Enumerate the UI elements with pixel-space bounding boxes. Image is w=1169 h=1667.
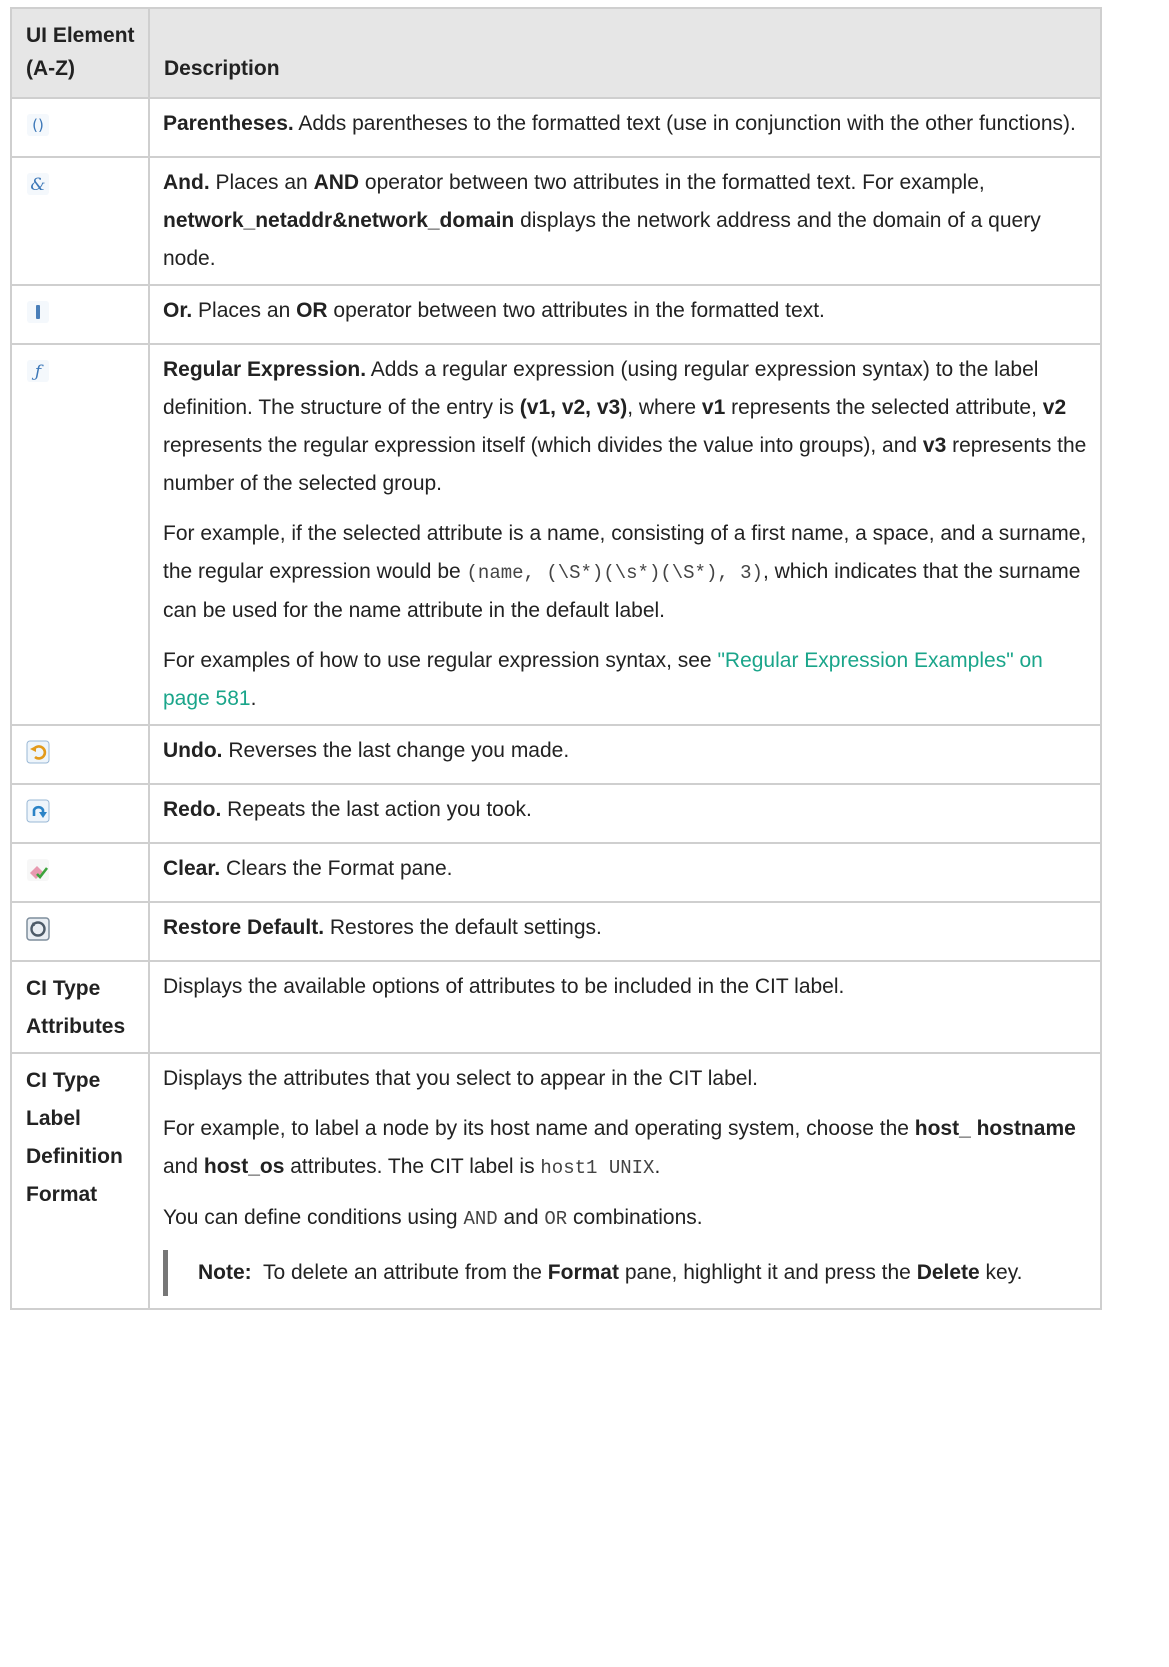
desc-ci-label-2c: and — [163, 1155, 204, 1178]
note-text-3: key. — [979, 1261, 1023, 1284]
desc-restore: Restores the default settings. — [324, 916, 602, 939]
header-ui-element: UI Element (A-Z) — [10, 7, 150, 99]
attr-host-os: host_os — [203, 1155, 285, 1178]
term-restore: Restore Default. — [163, 916, 325, 939]
table-header-row: UI Element (A-Z) Description — [10, 7, 1102, 99]
table-row: ƒ Regular Expression. Adds a regular exp… — [10, 343, 1102, 726]
desc-or-2: operator between two attributes in the f… — [327, 299, 825, 322]
desc-or-1: Places an — [192, 299, 297, 322]
attr-host-hostname: host_ hostname — [914, 1117, 1076, 1140]
desc-parentheses: Adds parentheses to the formatted text (… — [293, 112, 1076, 135]
desc-and-2: operator between two attributes in the f… — [359, 171, 985, 194]
table-row: Undo. Reverses the last change you made. — [10, 724, 1102, 785]
undo-icon — [26, 740, 50, 764]
ui-name-ci-type-label-definition-format: CI Type Label Definition Format — [26, 1069, 123, 1206]
desc-ci-label-3b: and — [497, 1206, 545, 1229]
cit-label-example: host1 UNIX — [540, 1157, 655, 1179]
desc-regex-3: represents the selected attribute, — [725, 396, 1043, 419]
example-and: network_netaddr&network_domain — [163, 209, 515, 232]
ui-elements-table: UI Element (A-Z) Description () Parenthe… — [10, 7, 1102, 1310]
regex-v1: v1 — [701, 396, 726, 419]
term-or: Or. — [163, 299, 193, 322]
note-delete: Delete — [916, 1261, 980, 1284]
term-clear: Clear. — [163, 857, 221, 880]
parentheses-icon: () — [26, 113, 50, 137]
svg-text:(): () — [32, 116, 44, 134]
desc-and-1: Places an — [209, 171, 314, 194]
desc-ci-label-3c: combinations. — [567, 1206, 703, 1229]
svg-text:&: & — [30, 175, 45, 195]
eraser-icon — [26, 858, 50, 882]
header-description: Description — [148, 7, 1102, 99]
regex-v3: v3 — [922, 434, 947, 457]
regex-v2: v2 — [1042, 396, 1067, 419]
regex-example-code: (name, (\S*)(\s*)(\S*), 3) — [466, 562, 763, 584]
term-regex: Regular Expression. — [163, 358, 367, 381]
desc-redo: Repeats the last action you took. — [221, 798, 532, 821]
regex-see-period: . — [250, 687, 257, 710]
pipe-icon — [26, 300, 50, 324]
op-or: OR — [296, 299, 328, 322]
note-text-1: To delete an attribute from the — [251, 1261, 548, 1284]
regex-see-text: For examples of how to use regular expre… — [163, 649, 718, 672]
note-label: Note: — [198, 1261, 252, 1284]
desc-regex-2: , where — [627, 396, 702, 419]
table-row: CI Type Label Definition Format Displays… — [10, 1052, 1102, 1310]
table-row: CI Type Attributes Displays the availabl… — [10, 960, 1102, 1054]
note-format: Format — [547, 1261, 619, 1284]
restore-default-icon — [26, 917, 50, 941]
or-keyword: OR — [544, 1208, 568, 1230]
desc-ci-label-1: Displays the attributes that you select … — [163, 1067, 758, 1090]
desc-ci-label-3a: You can define conditions using — [163, 1206, 464, 1229]
ui-name-ci-type-attributes: CI Type Attributes — [26, 977, 126, 1038]
table-row: Or. Places an OR operator between two at… — [10, 284, 1102, 345]
and-keyword: AND — [463, 1208, 498, 1230]
term-parentheses: Parentheses. — [163, 112, 294, 135]
desc-undo: Reverses the last change you made. — [222, 739, 570, 762]
regex-structure: (v1, v2, v3) — [519, 396, 628, 419]
table-row: Restore Default. Restores the default se… — [10, 901, 1102, 962]
table-row: Clear. Clears the Format pane. — [10, 842, 1102, 903]
desc-ci-type-attributes: Displays the available options of attrib… — [163, 975, 845, 998]
note-box: Note: To delete an attribute from the Fo… — [163, 1250, 1090, 1296]
term-redo: Redo. — [163, 798, 222, 821]
term-undo: Undo. — [163, 739, 223, 762]
op-and: AND — [313, 171, 360, 194]
term-and: And. — [163, 171, 210, 194]
table-row: () Parentheses. Adds parentheses to the … — [10, 97, 1102, 158]
function-icon: ƒ — [26, 359, 50, 383]
desc-clear: Clears the Format pane. — [220, 857, 453, 880]
desc-ci-label-2a: For example, to label a node by its host… — [163, 1117, 915, 1140]
note-text-2: pane, highlight it and press the — [618, 1261, 917, 1284]
table-row: & And. Places an AND operator between tw… — [10, 156, 1102, 286]
desc-ci-label-2e: attributes. The CIT label is — [284, 1155, 541, 1178]
redo-icon — [26, 799, 50, 823]
ampersand-icon: & — [26, 172, 50, 196]
desc-regex-4: represents the regular expression itself… — [163, 434, 923, 457]
table-row: Redo. Repeats the last action you took. — [10, 783, 1102, 844]
desc-ci-label-2f: . — [654, 1155, 661, 1178]
